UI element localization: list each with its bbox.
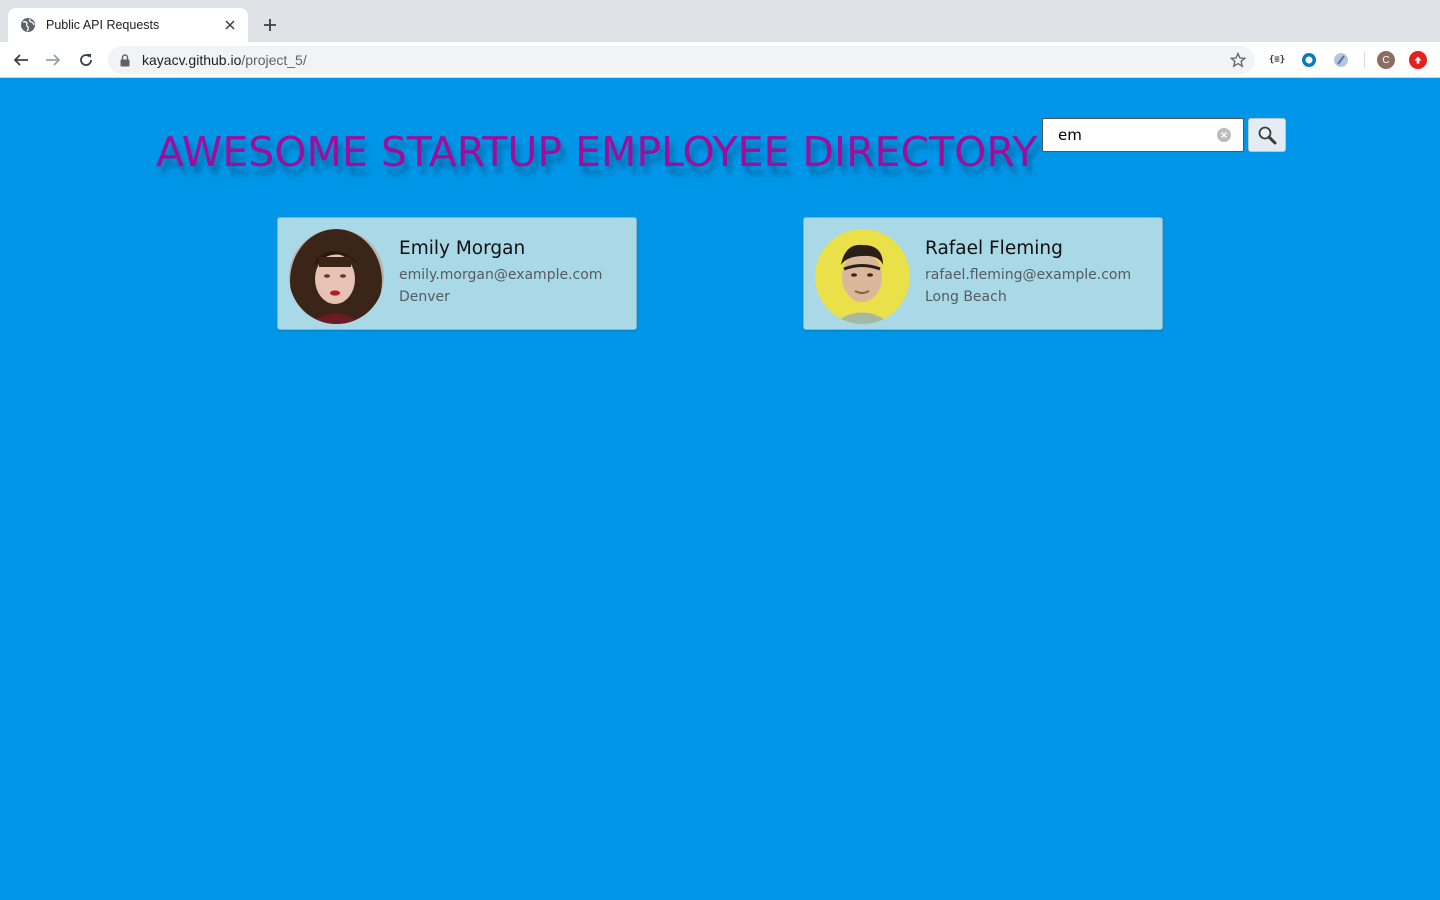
url-host: kayacv.github.io — [142, 52, 242, 68]
employee-info: Rafael Fleming rafael.fleming@example.co… — [925, 238, 1131, 305]
back-arrow-icon[interactable] — [9, 48, 33, 72]
employee-info: Emily Morgan emily.morgan@example.com De… — [399, 238, 602, 305]
forward-arrow-icon[interactable] — [41, 48, 65, 72]
toolbar-divider — [1364, 52, 1365, 68]
clear-search-icon[interactable] — [1217, 128, 1231, 142]
page-title: AWESOME STARTUP EMPLOYEE DIRECTORY — [156, 128, 1038, 176]
employee-name: Emily Morgan — [399, 238, 526, 259]
extension-icon[interactable] — [1331, 50, 1351, 70]
search-field[interactable] — [1042, 118, 1244, 152]
employee-city: Long Beach — [925, 289, 1007, 305]
employee-city: Denver — [399, 289, 450, 305]
json-viewer-extension-icon[interactable]: {≡} — [1267, 50, 1287, 70]
search-button[interactable] — [1248, 118, 1286, 152]
ring-extension-icon[interactable] — [1299, 50, 1319, 70]
employee-photo — [289, 229, 384, 324]
employee-email: rafael.fleming@example.com — [925, 267, 1132, 283]
reload-icon[interactable] — [74, 48, 98, 72]
profile-avatar[interactable]: C — [1376, 50, 1396, 70]
update-icon[interactable] — [1408, 50, 1428, 70]
search-input[interactable] — [1058, 126, 1208, 144]
lock-icon — [120, 53, 132, 67]
employee-card[interactable]: Rafael Fleming rafael.fleming@example.co… — [803, 217, 1163, 330]
browser-tab-strip: Public API Requests — [0, 0, 1440, 42]
url-path: /project_5/ — [241, 52, 307, 68]
browser-toolbar: kayacv.github.io/project_5/ {≡} C — [0, 42, 1440, 78]
browser-tab[interactable]: Public API Requests — [8, 8, 248, 42]
tab-title: Public API Requests — [46, 18, 160, 32]
address-bar[interactable]: kayacv.github.io/project_5/ — [108, 46, 1255, 74]
employee-photo — [815, 229, 910, 324]
magnifier-icon — [1258, 126, 1277, 145]
new-tab-button[interactable] — [258, 13, 282, 37]
employee-name: Rafael Fleming — [925, 238, 1063, 259]
employee-card[interactable]: Emily Morgan emily.morgan@example.com De… — [277, 217, 637, 330]
globe-icon — [20, 17, 36, 33]
close-tab-icon[interactable] — [222, 17, 238, 33]
employee-email: emily.morgan@example.com — [399, 267, 603, 283]
url-text: kayacv.github.io/project_5/ — [142, 52, 307, 68]
bookmark-star-icon[interactable] — [1229, 51, 1247, 69]
search-form — [1042, 118, 1286, 152]
